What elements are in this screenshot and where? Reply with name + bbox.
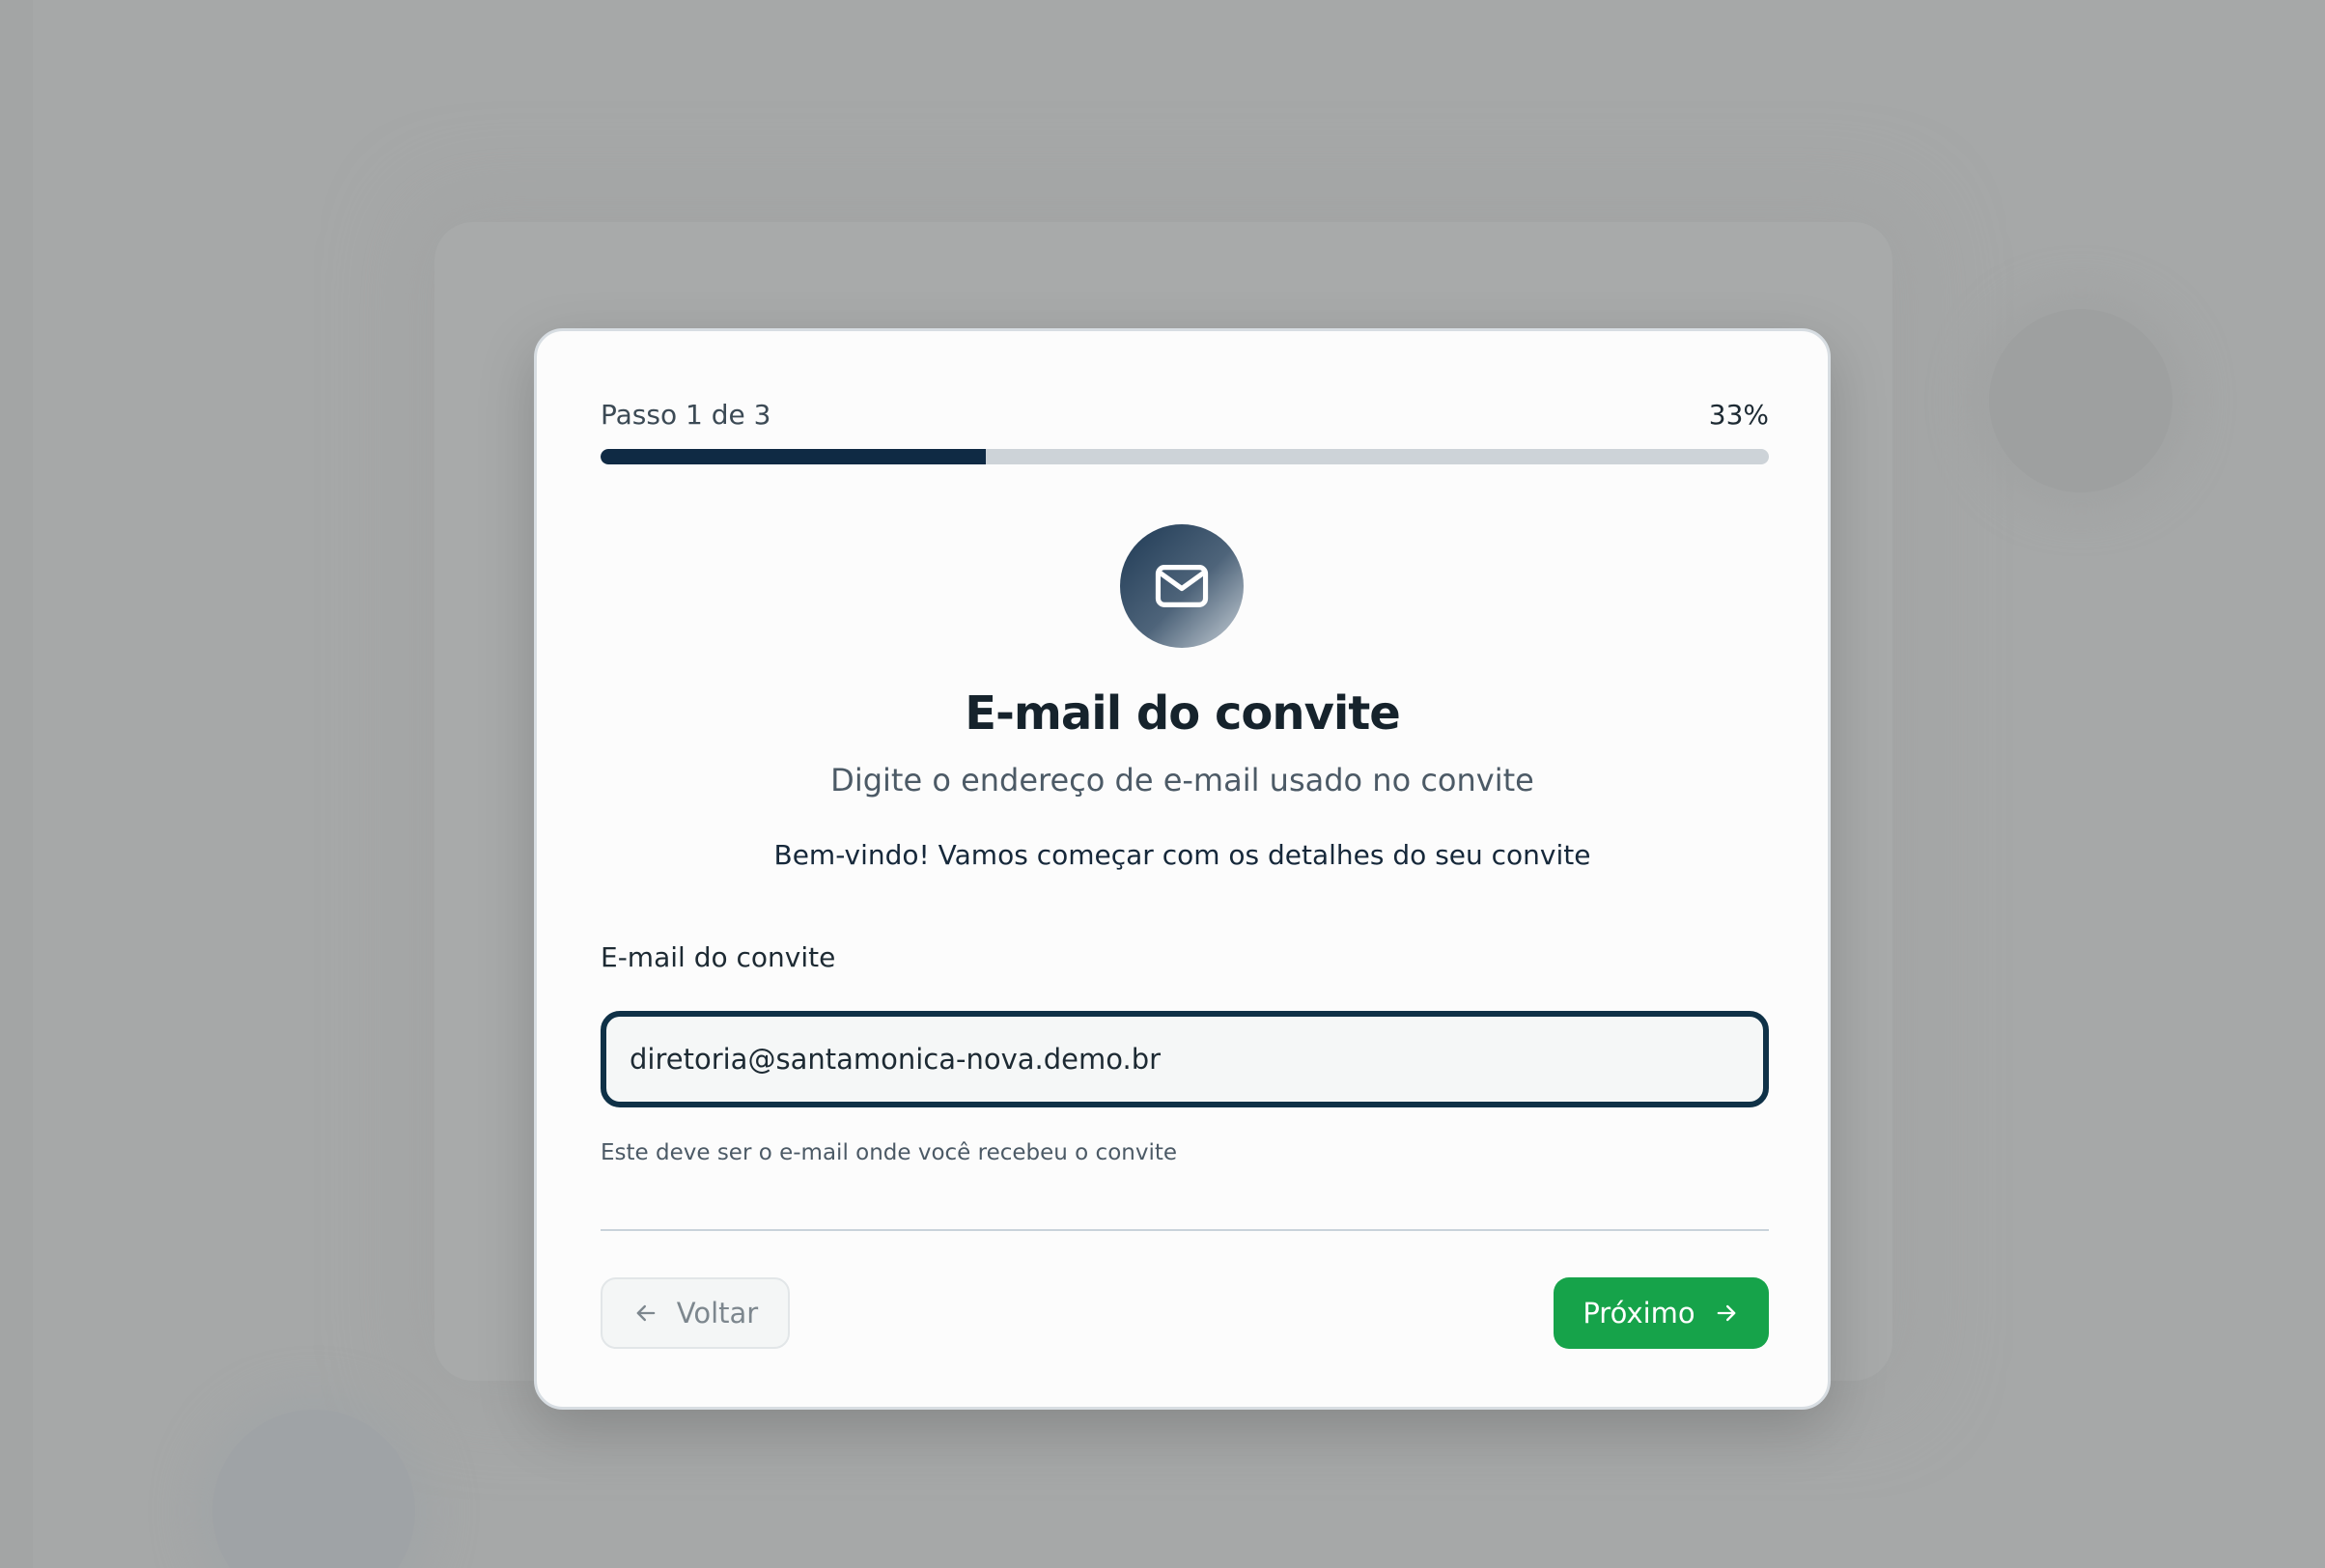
arrow-left-icon <box>632 1300 659 1327</box>
email-input[interactable] <box>601 1011 1769 1107</box>
background-sidebar <box>0 0 33 1568</box>
email-hint: Este deve ser o e-mail onde você recebeu… <box>601 1140 1178 1165</box>
progress-percent: 33% <box>1708 398 1769 431</box>
mail-icon-badge <box>1120 524 1244 648</box>
next-button[interactable]: Próximo <box>1554 1277 1769 1349</box>
footer-divider <box>601 1229 1769 1231</box>
invite-modal: Passo 1 de 3 33% E-mail do convite Digit… <box>534 328 1831 1410</box>
progress-header: Passo 1 de 3 33% <box>601 395 1769 434</box>
progress-bar <box>601 449 1769 464</box>
back-button-label: Voltar <box>676 1297 759 1330</box>
background-decoration <box>212 1410 415 1568</box>
back-button[interactable]: Voltar <box>601 1277 790 1349</box>
background-avatar <box>1989 309 2172 492</box>
progress-bar-fill <box>601 449 987 464</box>
next-button-label: Próximo <box>1583 1297 1695 1330</box>
modal-subtitle: Digite o endereço de e-mail usado no con… <box>830 762 1534 798</box>
email-field-label: E-mail do convite <box>601 941 836 973</box>
arrow-right-icon <box>1713 1300 1740 1327</box>
mail-icon <box>1152 556 1212 616</box>
welcome-message: Bem-vindo! Vamos começar com os detalhes… <box>773 839 1591 871</box>
modal-title: E-mail do convite <box>965 686 1401 741</box>
step-label: Passo 1 de 3 <box>601 398 771 431</box>
